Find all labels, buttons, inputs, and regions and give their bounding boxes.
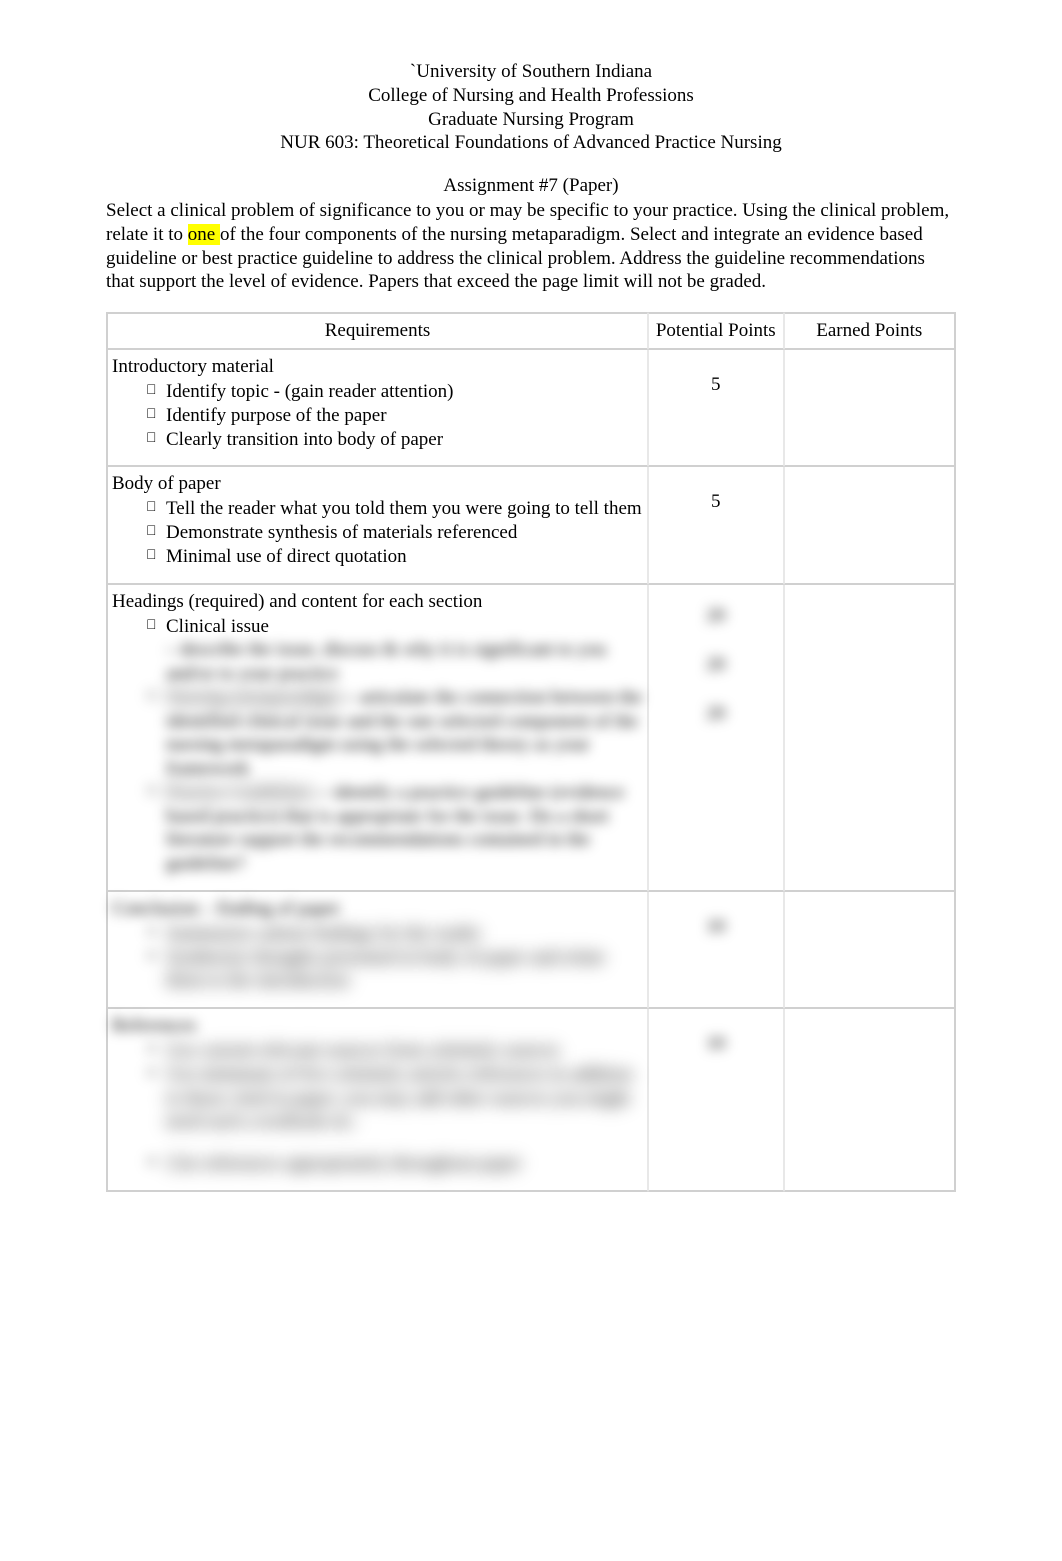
col-header-earned-points: Earned Points bbox=[784, 312, 956, 350]
requirements-cell: Headings (required) and content for each… bbox=[106, 585, 648, 892]
list-item: Use current relevant sources from schola… bbox=[146, 1039, 643, 1063]
table-row: References Use current relevant sources f… bbox=[106, 1009, 956, 1192]
earned-points-cell bbox=[784, 892, 956, 1009]
list-item-label: Use current relevant sources from schola… bbox=[166, 1040, 560, 1061]
section-title: Headings (required) and content for each… bbox=[112, 591, 643, 613]
bullet-list: Tell the reader what you told them you w… bbox=[112, 497, 643, 568]
section-title: Introductory material bbox=[112, 356, 643, 378]
points-value: 20 bbox=[653, 689, 779, 738]
list-item: Identify purpose of the paper bbox=[146, 404, 643, 428]
earned-points-cell bbox=[784, 467, 956, 584]
header-line-3: Graduate Nursing Program bbox=[106, 108, 956, 132]
bullet-list: Use current relevant sources from schola… bbox=[112, 1039, 643, 1176]
intro-highlighted-word: one bbox=[188, 224, 220, 245]
list-item: Clearly transition into body of paper bbox=[146, 428, 643, 452]
header-line-2: College of Nursing and Health Profession… bbox=[106, 84, 956, 108]
list-item: Cite references appropriately throughout… bbox=[146, 1152, 643, 1176]
points-value: 5 bbox=[653, 374, 779, 396]
list-item: Minimal use of direct quotation bbox=[146, 545, 643, 569]
table-header-row: Requirements Potential Points Earned Poi… bbox=[106, 312, 956, 350]
table-row: Body of paper Tell the reader what you to… bbox=[106, 467, 956, 584]
list-item-label: Nursing metaparadigm bbox=[166, 687, 341, 708]
list-item-label: Practice Guidelines bbox=[166, 782, 314, 803]
list-item-label: Clinical issue bbox=[166, 616, 269, 637]
list-item: Clinical issue – describe the issue, dis… bbox=[146, 615, 643, 686]
list-item-label: Use minimum of five scholarly articles r… bbox=[166, 1064, 632, 1133]
section-title: References bbox=[112, 1015, 643, 1037]
list-item-label: Synthesize thoughts presented in body of… bbox=[166, 947, 605, 992]
potential-points-cell: 10 bbox=[648, 1009, 784, 1192]
earned-points-cell bbox=[784, 350, 956, 467]
list-item-label: Cite references appropriately throughout… bbox=[166, 1153, 522, 1174]
assignment-title: Assignment #7 (Paper) bbox=[106, 175, 956, 197]
col-header-potential-points: Potential Points bbox=[648, 312, 784, 350]
bullet-list: Summarize salient findings for the reade… bbox=[112, 922, 643, 993]
points-value: 20 bbox=[653, 640, 779, 689]
assignment-instructions: Select a clinical problem of significanc… bbox=[106, 199, 956, 294]
list-item: Summarize salient findings for the reade… bbox=[146, 922, 643, 946]
bullet-list: Clinical issue – describe the issue, dis… bbox=[112, 615, 643, 876]
intro-text-2: of the four components of the nursing me… bbox=[106, 224, 925, 293]
requirements-cell: Body of paper Tell the reader what you to… bbox=[106, 467, 648, 584]
bullet-list: Identify topic - (gain reader attention)… bbox=[112, 380, 643, 451]
table-row: Headings (required) and content for each… bbox=[106, 585, 956, 892]
requirements-cell: Conclusion – Ending of paper Summarize sa… bbox=[106, 892, 648, 1009]
points-value: 10 bbox=[653, 1033, 779, 1055]
list-item-desc: – describe the issue, discuss & why it i… bbox=[166, 638, 643, 686]
col-header-requirements: Requirements bbox=[106, 312, 648, 350]
requirements-cell: References Use current relevant sources f… bbox=[106, 1009, 648, 1192]
points-value: 20 bbox=[653, 591, 779, 640]
earned-points-cell bbox=[784, 1009, 956, 1192]
list-item-label: Clearly transition into body of paper bbox=[166, 429, 443, 450]
list-item-label: Minimal use of direct quotation bbox=[166, 546, 407, 567]
potential-points-cell: 5 bbox=[648, 350, 784, 467]
list-item: Demonstrate synthesis of materials refer… bbox=[146, 521, 643, 545]
section-title: Body of paper bbox=[112, 473, 643, 495]
table-row: Introductory materialIdentify topic - (g… bbox=[106, 350, 956, 467]
potential-points-cell: 5 bbox=[648, 467, 784, 584]
earned-points-cell bbox=[784, 585, 956, 892]
document-header: `University of Southern Indiana College … bbox=[106, 60, 956, 155]
header-line-4: NUR 603: Theoretical Foundations of Adva… bbox=[106, 131, 956, 155]
points-value: 5 bbox=[653, 491, 779, 513]
requirements-cell: Introductory materialIdentify topic - (g… bbox=[106, 350, 648, 467]
list-item-label: Demonstrate synthesis of materials refer… bbox=[166, 522, 517, 543]
table-row: Conclusion – Ending of paper Summarize sa… bbox=[106, 892, 956, 1009]
list-item-label: Identify purpose of the paper bbox=[166, 405, 387, 426]
list-item: Tell the reader what you told them you w… bbox=[146, 497, 643, 521]
list-item-label: Identify topic - (gain reader attention) bbox=[166, 381, 454, 402]
potential-points-cell: 202020 bbox=[648, 585, 784, 892]
potential-points-cell: 10 bbox=[648, 892, 784, 1009]
rubric-table: Requirements Potential Points Earned Poi… bbox=[106, 312, 956, 1192]
list-item: Nursing metaparadigm – articulate the co… bbox=[146, 686, 643, 781]
document-page: `University of Southern Indiana College … bbox=[0, 0, 1062, 1232]
points-value: 10 bbox=[653, 916, 779, 938]
list-item: Synthesize thoughts presented in body of… bbox=[146, 946, 643, 994]
list-item: Use minimum of five scholarly articles r… bbox=[146, 1063, 643, 1134]
list-item-label: Tell the reader what you told them you w… bbox=[166, 498, 642, 519]
list-item: Practice Guidelines – identify a practic… bbox=[146, 781, 643, 876]
header-line-1: `University of Southern Indiana bbox=[106, 60, 956, 84]
list-item: Identify topic - (gain reader attention) bbox=[146, 380, 643, 404]
section-title: Conclusion – Ending of paper bbox=[112, 898, 643, 920]
list-item-label: Summarize salient findings for the reade… bbox=[166, 923, 481, 944]
